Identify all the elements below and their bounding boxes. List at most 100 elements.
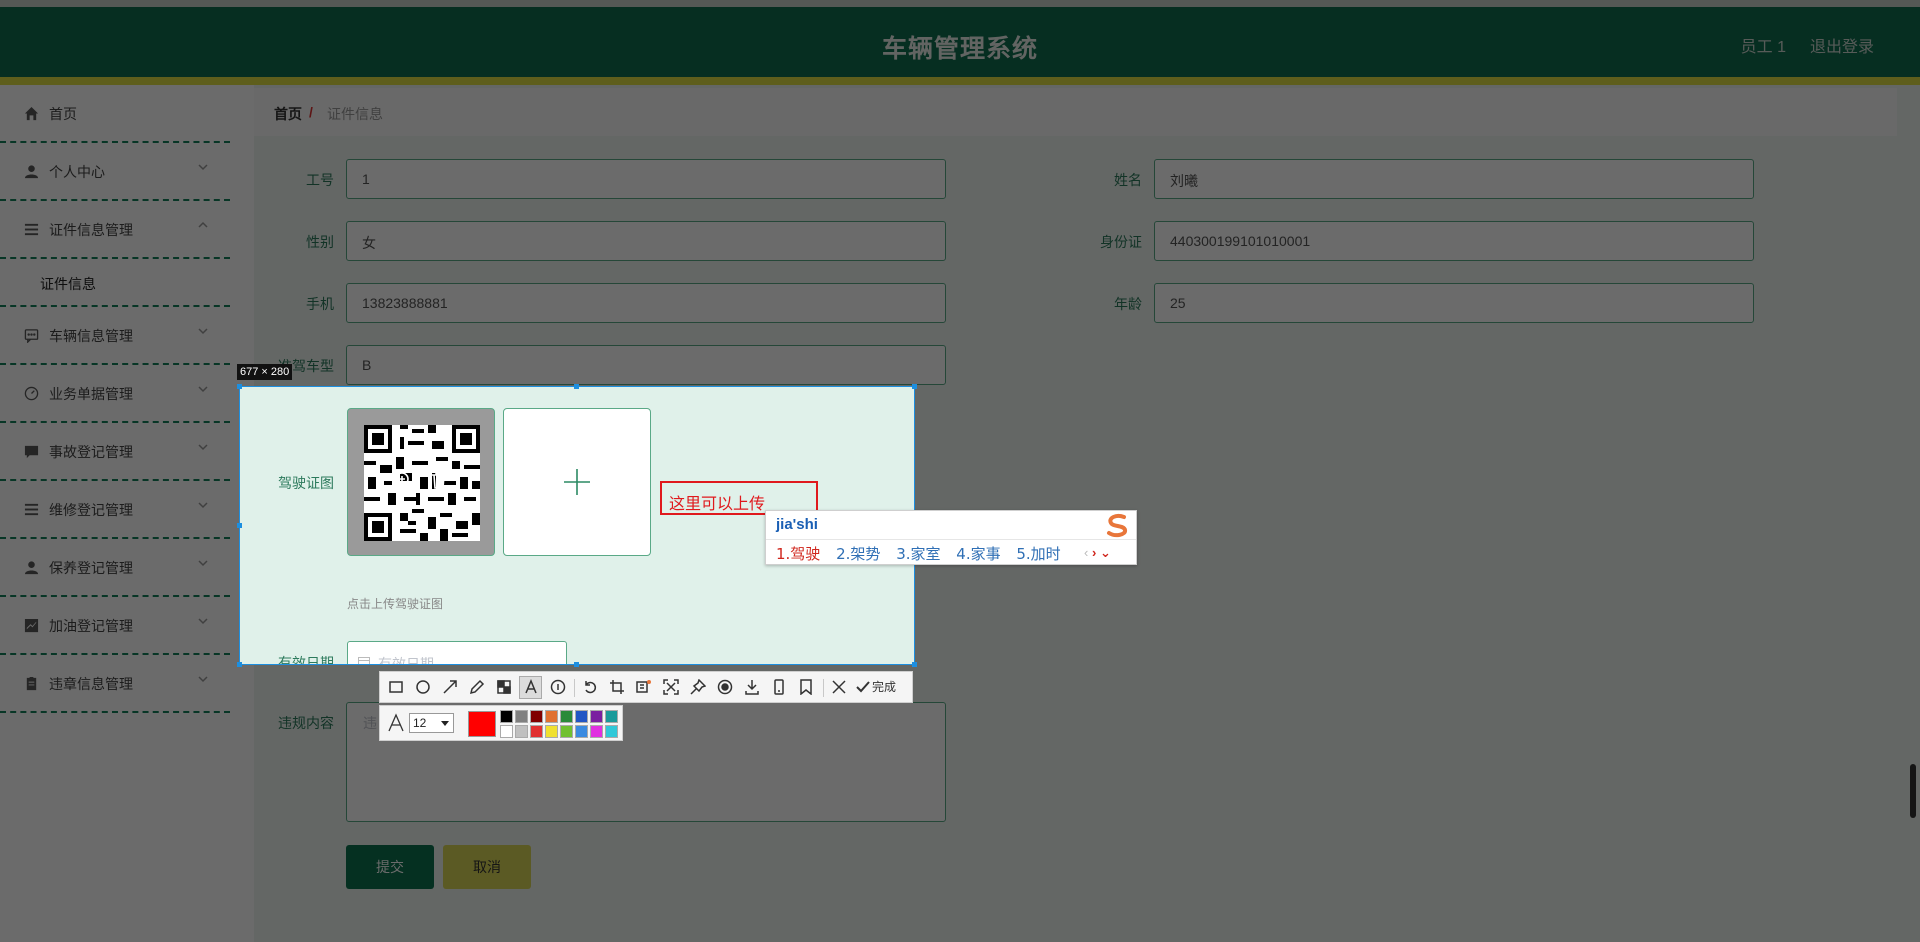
ime-prev-icon[interactable]: ‹: [1084, 545, 1088, 560]
sidebar-item-accident-registration[interactable]: 事故登记管理: [0, 423, 230, 481]
resize-handle-ne[interactable]: [912, 384, 917, 389]
sidebar-item-fuel-registration[interactable]: 加油登记管理: [0, 597, 230, 655]
chevron-down-icon: [198, 618, 208, 625]
app-header: 车辆管理系统 员工 1 退出登录: [0, 7, 1920, 77]
screen-scan-icon[interactable]: [663, 679, 679, 695]
sogou-logo-icon: [1107, 513, 1127, 538]
color-swatch[interactable]: [530, 725, 543, 738]
done-button[interactable]: 完成: [856, 678, 896, 695]
license-image-label: 驾驶证图: [278, 475, 334, 491]
ime-candidate[interactable]: 5.加时: [1016, 545, 1060, 563]
zoom-in-icon[interactable]: [394, 471, 412, 489]
chevron-down-icon: [198, 328, 208, 335]
cancel-button[interactable]: 取消: [443, 845, 531, 889]
color-swatch[interactable]: [545, 725, 558, 738]
id-card-label: 身份证: [1100, 234, 1142, 250]
chat-icon: [24, 329, 39, 343]
upload-image-button[interactable]: [503, 408, 651, 556]
phone-send-icon[interactable]: [771, 679, 787, 695]
arrow-tool-icon[interactable]: [442, 679, 458, 695]
employee-id-input[interactable]: 1: [346, 159, 946, 199]
color-swatch[interactable]: [530, 710, 543, 723]
sidebar-item-business-docs[interactable]: 业务单据管理: [0, 365, 230, 423]
license-image-thumbnail[interactable]: [347, 408, 495, 556]
font-size-select[interactable]: 12: [409, 713, 454, 733]
pen-tool-icon[interactable]: [469, 679, 485, 695]
resize-handle-sw[interactable]: [237, 662, 242, 667]
submit-button[interactable]: 提交: [346, 845, 434, 889]
id-card-input[interactable]: 440300199101010001: [1154, 221, 1754, 261]
close-icon[interactable]: [831, 679, 847, 695]
resize-handle-se[interactable]: [912, 662, 917, 667]
user-icon: [24, 165, 39, 179]
sidebar-item-home[interactable]: 首页: [0, 85, 230, 143]
resize-handle-n[interactable]: [574, 384, 579, 389]
phone-input[interactable]: 13823888881: [346, 283, 946, 323]
ime-page-nav[interactable]: ‹ › ⌄: [1084, 545, 1111, 561]
vehicle-class-input[interactable]: B: [346, 345, 946, 385]
name-input[interactable]: 刘曦: [1154, 159, 1754, 199]
breadcrumb-home[interactable]: 首页: [274, 104, 302, 124]
color-swatch[interactable]: [560, 710, 573, 723]
sidebar-subitem-label: 证件信息: [40, 276, 96, 292]
ime-pinyin-input: jia'shi: [776, 516, 818, 533]
color-swatch[interactable]: [545, 710, 558, 723]
gender-input[interactable]: 女: [346, 221, 946, 261]
chart-icon: [24, 618, 39, 633]
color-swatch[interactable]: [500, 725, 513, 738]
crop-tool-icon[interactable]: [609, 679, 625, 695]
sidebar-item-label: 违章信息管理: [49, 676, 133, 692]
color-swatch[interactable]: [590, 725, 603, 738]
ime-expand-icon[interactable]: ⌄: [1100, 545, 1111, 560]
color-swatch[interactable]: [575, 725, 588, 738]
age-input[interactable]: 25: [1154, 283, 1754, 323]
text-tool-icon[interactable]: [523, 679, 539, 695]
ocr-tool-icon[interactable]: [636, 679, 652, 695]
color-swatch[interactable]: [605, 725, 618, 738]
color-swatch[interactable]: [575, 710, 588, 723]
logout-link[interactable]: 退出登录: [1810, 33, 1874, 57]
record-icon[interactable]: [717, 679, 733, 695]
color-swatch[interactable]: [515, 710, 528, 723]
color-swatch[interactable]: [500, 710, 513, 723]
color-swatch[interactable]: [515, 725, 528, 738]
valid-date-input[interactable]: 有效日期: [347, 641, 567, 664]
resize-handle-nw[interactable]: [237, 384, 242, 389]
number-marker-icon[interactable]: [550, 679, 566, 695]
font-icon: [388, 713, 404, 732]
color-swatch[interactable]: [605, 710, 618, 723]
breadcrumb-separator: /: [309, 104, 313, 120]
pin-icon[interactable]: [690, 679, 706, 695]
undo-icon[interactable]: [582, 679, 598, 695]
sidebar-item-personal-center[interactable]: 个人中心: [0, 143, 230, 201]
color-swatch[interactable]: [560, 725, 573, 738]
resize-handle-s[interactable]: [574, 662, 579, 667]
rectangle-tool-icon[interactable]: [388, 679, 404, 695]
ellipse-tool-icon[interactable]: [415, 679, 431, 695]
color-swatch[interactable]: [590, 710, 603, 723]
sidebar-item-repair-registration[interactable]: 维修登记管理: [0, 481, 230, 539]
clipboard-icon: [26, 676, 37, 691]
ime-candidate[interactable]: 4.家事: [956, 545, 1000, 563]
done-label: 完成: [872, 680, 897, 694]
sidebar-item-violation-management[interactable]: 违章信息管理: [0, 655, 230, 713]
sidebar-item-maintenance-registration[interactable]: 保养登记管理: [0, 539, 230, 597]
scrollbar-thumb[interactable]: [1910, 764, 1916, 818]
mosaic-tool-icon[interactable]: [496, 679, 512, 695]
ime-candidate[interactable]: 3.家室: [896, 545, 940, 563]
current-color-swatch[interactable]: [468, 711, 496, 737]
download-icon[interactable]: [744, 679, 760, 695]
chevron-down-icon: [198, 560, 208, 567]
ime-candidate[interactable]: 2.架势: [836, 545, 880, 563]
current-user[interactable]: 员工 1: [1741, 33, 1786, 57]
ime-next-icon[interactable]: ›: [1092, 545, 1096, 560]
bookmark-icon[interactable]: [798, 679, 814, 695]
ime-candidate[interactable]: 1.驾驶: [776, 545, 820, 563]
sidebar-item-license-management[interactable]: 证件信息管理: [0, 201, 230, 259]
text-annotation[interactable]: 这里可以上传: [669, 490, 765, 514]
sidebar-subitem-license-info[interactable]: 证件信息: [0, 259, 230, 307]
qr-code-image: [364, 425, 480, 541]
delete-icon[interactable]: [430, 471, 448, 489]
sidebar-item-vehicle-management[interactable]: 车辆信息管理: [0, 307, 230, 365]
resize-handle-w[interactable]: [237, 523, 242, 528]
